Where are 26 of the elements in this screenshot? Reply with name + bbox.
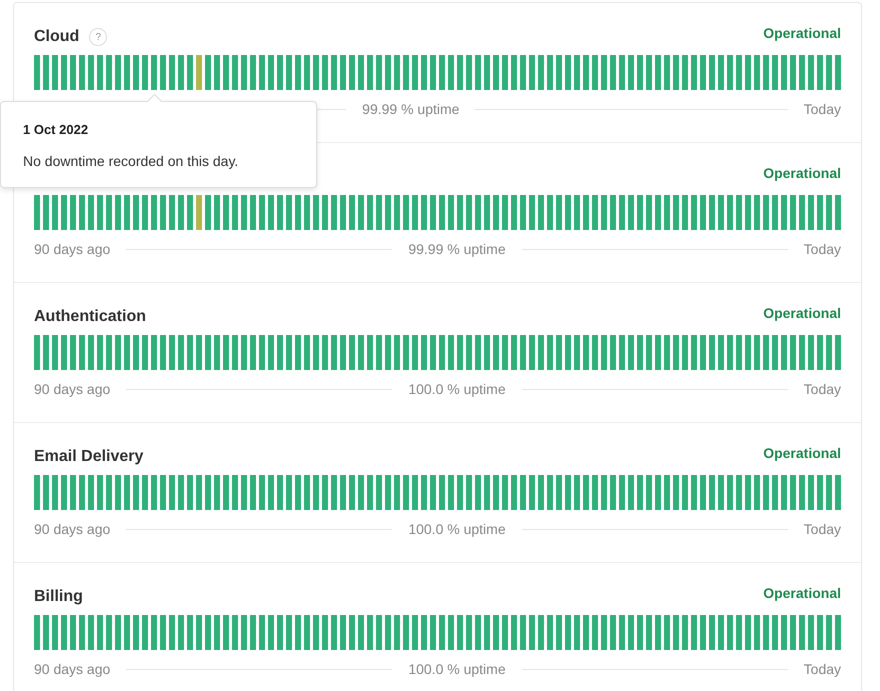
start-label: 90 days ago (34, 521, 110, 537)
uptime-percentage: 100.0 % uptime (408, 661, 506, 677)
component-status: Operational (763, 165, 841, 181)
help-icon[interactable]: ? (89, 28, 108, 46)
component-status: Operational (763, 25, 841, 41)
start-label: 90 days ago (34, 661, 110, 677)
tooltip-message: No downtime recorded on this day. (23, 153, 240, 169)
start-label: 90 days ago (34, 241, 110, 257)
component-name: Authentication (34, 308, 146, 326)
start-label: 90 days ago (34, 381, 110, 397)
end-label: Today (804, 381, 842, 397)
component-name: Email Delivery (34, 448, 144, 466)
component-name: Cloud (34, 28, 80, 46)
uptime-percentage: 99.99 % uptime (408, 241, 506, 257)
uptime-percentage: 100.0 % uptime (408, 381, 506, 397)
uptime-percentage: 99.99 % uptime (362, 101, 460, 117)
end-label: Today (804, 661, 842, 677)
end-label: Today (804, 521, 842, 537)
component-status: Operational (763, 585, 841, 601)
end-label: Today (804, 241, 842, 257)
end-label: Today (804, 101, 841, 117)
component-status: Operational (763, 445, 841, 461)
component-name: Billing (34, 588, 83, 606)
component-status: Operational (763, 305, 841, 321)
uptime-percentage: 100.0 % uptime (408, 521, 506, 537)
tooltip-date: 1 Oct 2022 (23, 122, 90, 137)
